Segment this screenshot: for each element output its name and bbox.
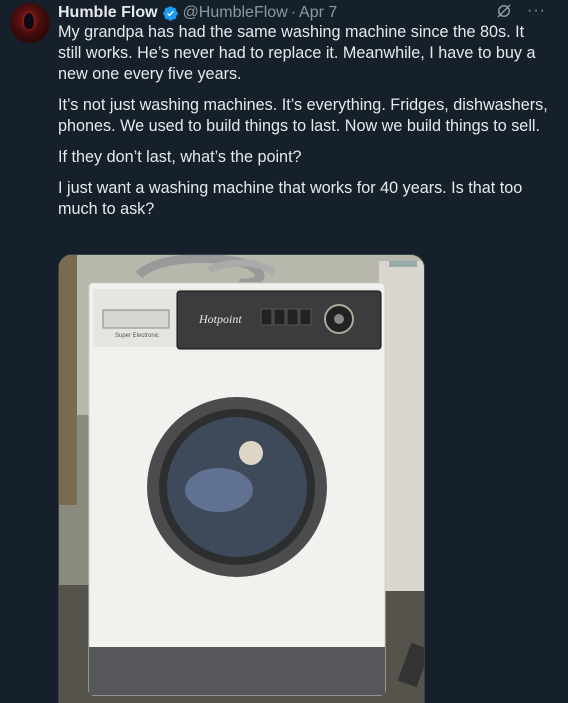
tweet-paragraph: I just want a washing machine that works… bbox=[58, 179, 523, 218]
author-name[interactable]: Humble Flow bbox=[58, 4, 158, 22]
tweet-paragraph: It’s not just washing machines. It’s eve… bbox=[58, 96, 548, 135]
brand-label: Hotpoint bbox=[198, 312, 242, 326]
tweet-photo[interactable]: Super Electronic Hotpoint bbox=[58, 254, 425, 703]
tweet: Humble Flow @HumbleFlow · Apr 7 ··· My g… bbox=[0, 0, 568, 703]
model-label: Super Electronic bbox=[115, 333, 159, 339]
author-handle[interactable]: @HumbleFlow bbox=[183, 4, 288, 22]
washing-machine-photo: Super Electronic Hotpoint bbox=[59, 255, 424, 703]
separator: · bbox=[290, 4, 297, 21]
header-actions: ··· bbox=[495, 2, 546, 20]
tweet-text: My grandpa has had the same washing mach… bbox=[58, 22, 548, 230]
tweet-paragraph: If they don’t last, what’s the point? bbox=[58, 148, 302, 166]
tweet-date[interactable]: Apr 7 bbox=[299, 4, 337, 22]
tweet-header: Humble Flow @HumbleFlow · Apr 7 ··· bbox=[58, 2, 558, 24]
tweet-paragraph: My grandpa has had the same washing mach… bbox=[58, 23, 536, 83]
more-icon[interactable]: ··· bbox=[527, 2, 546, 20]
avatar[interactable] bbox=[10, 3, 50, 43]
verified-badge-icon bbox=[162, 5, 178, 21]
grok-icon[interactable] bbox=[495, 2, 513, 20]
